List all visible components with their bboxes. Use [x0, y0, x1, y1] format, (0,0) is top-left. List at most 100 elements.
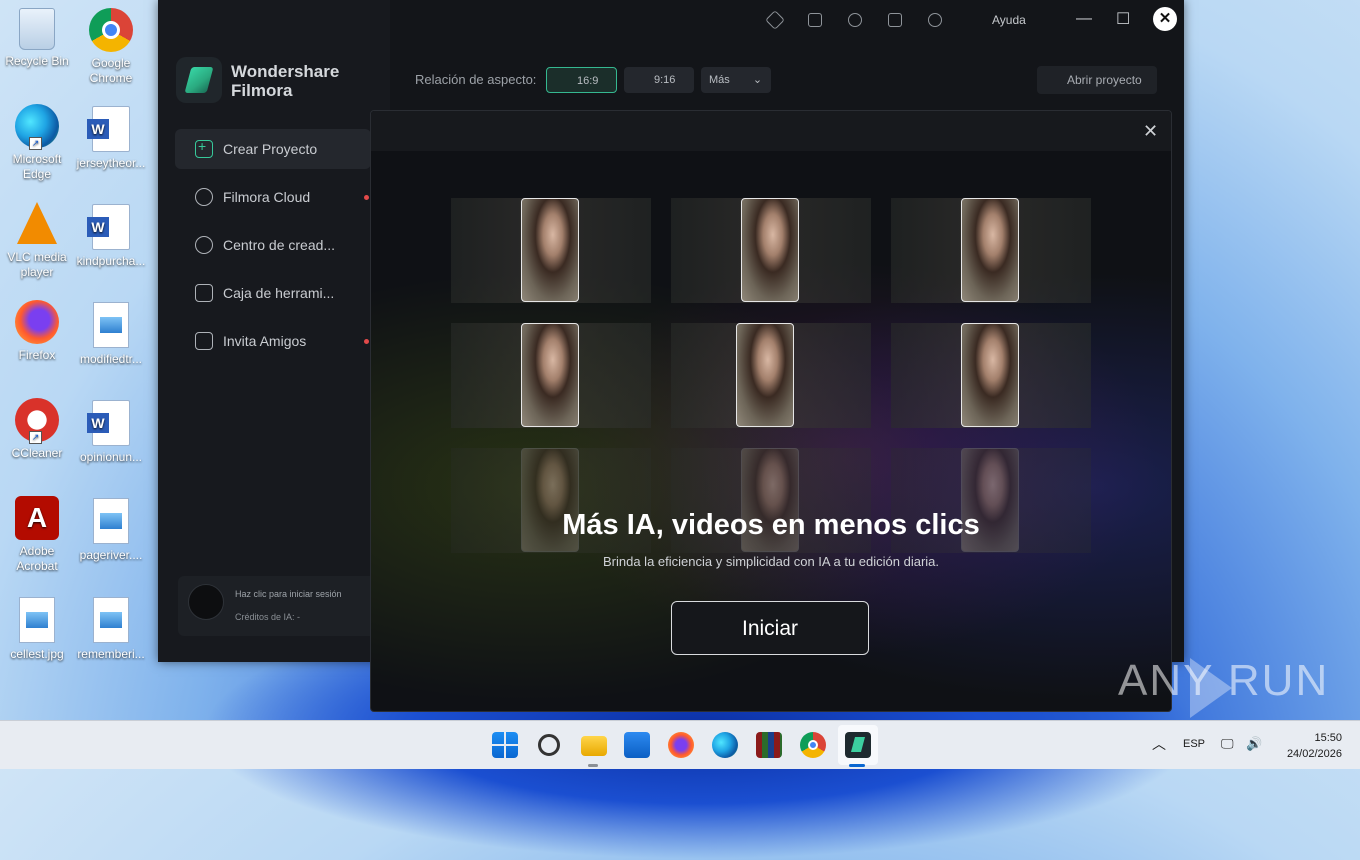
vlc-icon: [17, 202, 57, 244]
desktop-icon-label: rememberi...: [77, 647, 145, 661]
avatar: [188, 584, 224, 620]
toolbox-icon: [195, 284, 213, 302]
filmora-logo-icon: [176, 57, 222, 103]
nav-invita-amigos[interactable]: Invita Amigos: [175, 321, 371, 361]
word-doc-icon: [87, 204, 130, 250]
image-file-icon: [93, 498, 129, 544]
start-icon[interactable]: [492, 732, 518, 758]
desktop-icon-label: VLC media player: [7, 250, 67, 279]
volume-icon[interactable]: 🔊: [1246, 736, 1262, 752]
preview-portrait: [521, 323, 579, 427]
vlc-icon-wrap: [15, 202, 59, 246]
shortcut-arrow-icon: ↗: [29, 431, 42, 444]
edge-icon[interactable]: [712, 732, 738, 758]
desktop-icon-opinionun[interactable]: opinionun...: [75, 400, 147, 465]
preview-portrait: [521, 198, 579, 302]
preview-portrait: [961, 198, 1019, 302]
start-button[interactable]: Iniciar: [671, 601, 869, 655]
headset-icon[interactable]: [928, 13, 942, 27]
notification-dot: [364, 339, 369, 344]
help-menu[interactable]: Ayuda: [992, 13, 1026, 27]
minimize-icon[interactable]: —: [1076, 10, 1092, 28]
tasks-icon[interactable]: [808, 13, 822, 27]
desktop-icon-chrome[interactable]: Google Chrome: [75, 8, 147, 86]
chevron-up-icon[interactable]: ︿: [1152, 734, 1166, 754]
aspect-ratio-label: Relación de aspecto:: [415, 72, 537, 87]
desktop-icon-label: kindpurcha...: [76, 254, 146, 268]
firefox-icon[interactable]: [668, 732, 694, 758]
grid-icon[interactable]: [888, 13, 902, 27]
image-file-icon: [19, 597, 55, 643]
user-login-box[interactable]: Haz clic para iniciar sesión Créditos de…: [178, 576, 376, 636]
create-project-icon: [195, 138, 213, 158]
nav-filmora-cloud[interactable]: Filmora Cloud: [175, 177, 371, 217]
file-explorer-icon[interactable]: [581, 736, 607, 756]
aspect-16-9-button[interactable]: 16:9: [546, 67, 617, 93]
search-icon[interactable]: [538, 734, 560, 756]
edge-icon: ↗: [15, 104, 59, 150]
taskbar: ︿ ESP 🖵 🔊 15:50 24/02/2026: [0, 720, 1360, 769]
aspect-9-16-label: 9:16: [654, 74, 676, 86]
cloud-upload-icon[interactable]: [848, 13, 862, 27]
nav-label: Filmora Cloud: [223, 189, 311, 205]
desktop-icon-pageriver[interactable]: pageriver....: [75, 498, 147, 563]
open-project-button[interactable]: Abrir proyecto: [1037, 66, 1157, 94]
clock-date: 24/02/2026: [1286, 748, 1342, 760]
maximize-icon[interactable]: ☐: [1116, 9, 1130, 29]
nav-label: Crear Proyecto: [223, 141, 318, 157]
aspect-16-9-label: 16:9: [577, 75, 599, 87]
modal-subline: Brinda la eficiencia y simplicidad con I…: [602, 554, 939, 569]
more-aspect-dropdown[interactable]: Más ⌄: [701, 67, 771, 93]
clock[interactable]: 15:50 24/02/2026: [1272, 730, 1342, 762]
nav-label: Invita Amigos: [223, 333, 307, 349]
desktop-icon-acrobat[interactable]: A Adobe Acrobat: [1, 496, 73, 574]
desktop-icon-modifiedtr[interactable]: modifiedtr...: [75, 302, 147, 367]
desktop-icon-firefox[interactable]: Firefox: [1, 300, 73, 363]
chrome-icon[interactable]: [800, 732, 826, 758]
network-icon[interactable]: 🖵: [1221, 736, 1234, 752]
watermark-text: ANY RUN: [1118, 656, 1330, 705]
send-icon[interactable]: [765, 10, 785, 30]
active-indicator: [849, 764, 865, 767]
aspect-9-16-button[interactable]: 9:16: [624, 67, 694, 93]
notification-dot: [364, 195, 369, 200]
desktop-icon-vlc[interactable]: VLC media player: [1, 202, 73, 280]
close-icon[interactable]: ✕: [1143, 121, 1158, 142]
acrobat-icon: A: [15, 496, 59, 540]
desktop-icon-label: Adobe Acrobat: [16, 544, 58, 573]
desktop-icon-kindpurcha[interactable]: kindpurcha...: [75, 204, 147, 269]
nav-caja-herramientas[interactable]: Caja de herrami...: [175, 273, 371, 313]
store-icon[interactable]: [624, 732, 650, 758]
language-indicator[interactable]: ESP: [1183, 738, 1205, 750]
nav-crear-proyecto[interactable]: Crear Proyecto: [175, 129, 371, 169]
running-indicator: [588, 764, 598, 767]
chevron-down-icon: ⌄: [752, 74, 763, 86]
desktop-icon-recycle-bin[interactable]: Recycle Bin: [1, 8, 73, 69]
preview-portrait: [961, 323, 1019, 427]
ai-promo-modal: ✕ Más IA, videos en menos clics Brinda l…: [370, 110, 1172, 712]
desktop-icon-label: modifiedtr...: [79, 352, 143, 366]
desktop-icon-jerseytheor[interactable]: jerseytheor...: [75, 106, 147, 171]
winrar-icon[interactable]: [756, 732, 782, 758]
open-project-label: Abrir proyecto: [1067, 73, 1142, 87]
filmora-icon[interactable]: [845, 732, 871, 758]
more-label: Más: [709, 74, 730, 86]
desktop-icon-cellest[interactable]: cellest.jpg: [1, 597, 73, 662]
nav-centro-creadores[interactable]: Centro de cread...: [175, 225, 371, 265]
desktop-icon-label: Google Chrome: [89, 56, 133, 85]
shortcut-arrow-icon: ↗: [29, 137, 42, 150]
desktop-icon-rememberi[interactable]: rememberi...: [75, 597, 147, 662]
ai-credits: Créditos de IA: -: [235, 612, 301, 622]
close-window-button[interactable]: ✕: [1153, 7, 1177, 31]
desktop-icon-label: pageriver....: [79, 548, 143, 562]
preview-portrait: [736, 323, 794, 427]
desktop-icon-label: Recycle Bin: [5, 54, 69, 68]
word-doc-icon: [87, 106, 130, 152]
desktop-icon-edge[interactable]: ↗ Microsoft Edge: [1, 104, 73, 182]
desktop-icon-ccleaner[interactable]: ↗ CCleaner: [1, 398, 73, 461]
filmora-sidebar: Wondershare Filmora Crear Proyecto Filmo…: [158, 0, 390, 662]
nav-label: Centro de cread...: [223, 237, 336, 253]
chrome-icon: [89, 8, 133, 52]
firefox-icon: [15, 300, 59, 344]
lightbulb-icon: [195, 236, 213, 254]
